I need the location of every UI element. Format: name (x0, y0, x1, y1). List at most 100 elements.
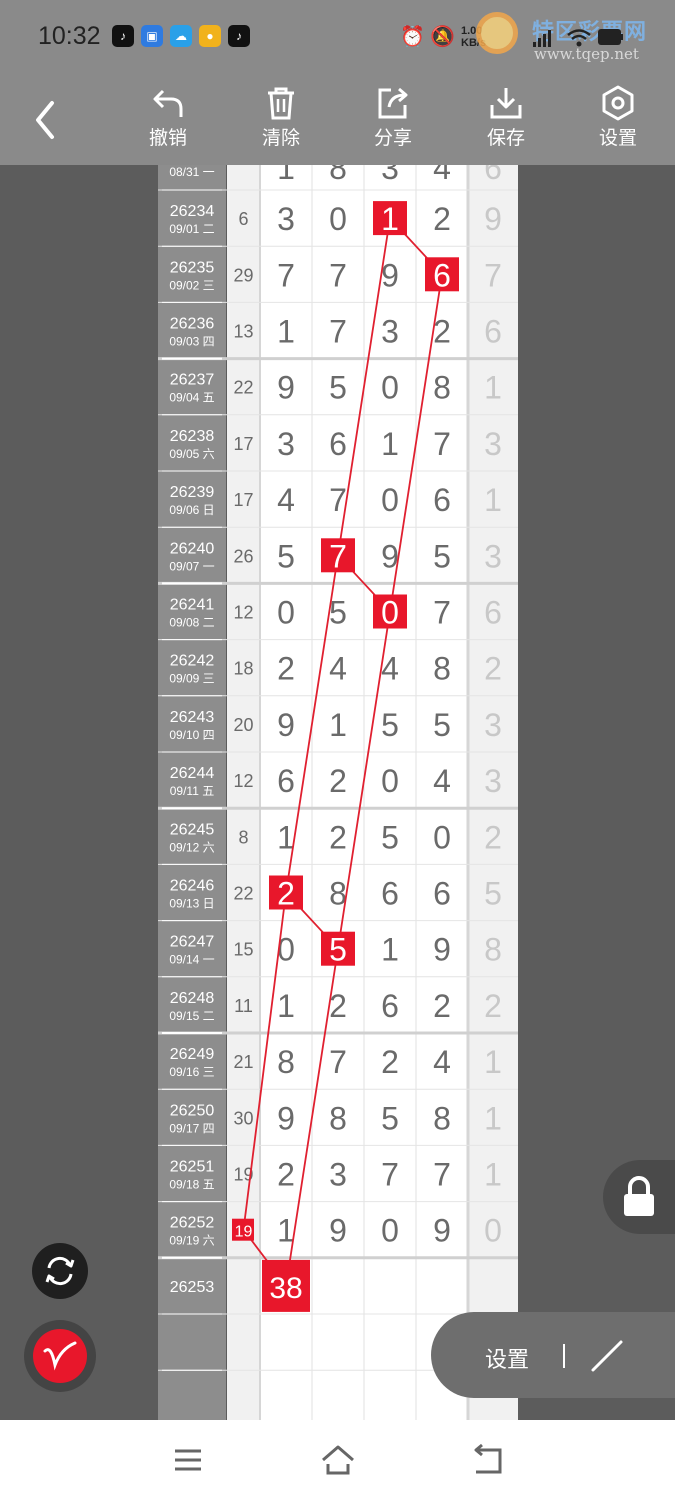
sum-tail-cell: 1 (484, 1044, 502, 1080)
digit-cell: 5 (381, 1100, 399, 1136)
digit-cell: 2 (433, 988, 451, 1024)
digit-cell: 2 (381, 1044, 399, 1080)
span-cell: 13 (233, 322, 253, 342)
digit-cell: 1 (277, 314, 295, 350)
digit-cell: 6 (433, 876, 451, 912)
row-date: 09/04 五 (169, 391, 214, 405)
pen-icon (33, 1329, 87, 1383)
tiktok-icon: ♪ (112, 25, 134, 47)
navigation-bar (0, 1420, 675, 1500)
digit-cell: 9 (329, 1213, 347, 1249)
marked-digit: 1 (381, 201, 399, 237)
span-cell: 30 (233, 1108, 253, 1128)
digit-cell: 9 (433, 1213, 451, 1249)
span-cell: 17 (233, 490, 253, 510)
sum-tail-cell: 3 (484, 538, 502, 574)
sum-tail-cell: 2 (484, 651, 502, 687)
row-issue: 26245 (170, 821, 215, 838)
row-date: 08/31 一 (169, 165, 214, 179)
row-date: 09/05 六 (169, 447, 214, 461)
settings-pill[interactable]: 设置 (431, 1312, 675, 1398)
span-cell: 20 (233, 715, 253, 735)
digit-cell: 7 (329, 314, 347, 350)
digit-cell: 8 (433, 651, 451, 687)
sum-tail-cell: 3 (484, 763, 502, 799)
digit-cell: 6 (381, 876, 399, 912)
digit-cell: 7 (381, 1157, 399, 1193)
digit-cell: 2 (433, 201, 451, 237)
sum-tail-cell: 1 (484, 1100, 502, 1136)
row-issue: 26240 (170, 540, 215, 557)
sum-tail-cell: 6 (484, 165, 502, 186)
digit-cell: 4 (433, 763, 451, 799)
back-arrow-icon[interactable] (28, 95, 64, 145)
digit-cell: 1 (329, 707, 347, 743)
menu-icon[interactable] (172, 1442, 204, 1478)
settings-button[interactable]: 设置 (578, 85, 658, 150)
tiktok-icon: ♪ (228, 25, 250, 47)
lock-button[interactable] (603, 1160, 675, 1234)
digit-cell: 3 (277, 201, 295, 237)
span-cell: 11 (234, 996, 253, 1016)
row-issue: 26250 (170, 1102, 215, 1119)
span-cell: 18 (233, 659, 253, 679)
digit-cell: 0 (381, 482, 399, 518)
back-icon[interactable] (470, 1442, 506, 1478)
sum-tail-cell: 1 (484, 1157, 502, 1193)
rotate-button[interactable] (32, 1243, 88, 1299)
row-date: 09/02 三 (169, 278, 214, 292)
digit-cell: 6 (277, 763, 295, 799)
marked-digit: 5 (329, 932, 347, 968)
digit-cell: 5 (381, 819, 399, 855)
save-button[interactable]: 保存 (466, 85, 546, 150)
row-date: 09/09 三 (169, 672, 214, 686)
row-date: 09/01 二 (169, 222, 214, 236)
main-area: 08/31 一 1 8 3 4 6 26234 09/01 二 6 3 0 2 9 26235 09/02 … (0, 165, 675, 1420)
sum-tail-cell: 5 (484, 876, 502, 912)
row-date: 09/15 二 (169, 1009, 214, 1023)
digit-cell: 3 (277, 426, 295, 462)
span-cell: 12 (233, 603, 253, 623)
digit-cell: 0 (277, 595, 295, 631)
span-cell: 6 (238, 209, 248, 229)
digit-cell: 7 (433, 426, 451, 462)
row-issue: 26242 (170, 653, 215, 670)
save-label: 保存 (486, 128, 525, 149)
digit-cell: 0 (381, 370, 399, 406)
wifi-icon (567, 29, 591, 47)
sum-tail-cell: 7 (484, 257, 502, 293)
pill-settings-label[interactable]: 设置 (485, 1342, 529, 1374)
row-date: 09/06 日 (169, 503, 214, 517)
digit-cell: 1 (277, 988, 295, 1024)
digit-cell: 8 (433, 370, 451, 406)
undo-label: 撤销 (148, 128, 187, 149)
digit-cell: 5 (381, 707, 399, 743)
span-cell: 22 (233, 378, 253, 398)
clear-button[interactable]: 清除 (241, 85, 321, 150)
trend-chart[interactable]: 08/31 一 1 8 3 4 6 26234 09/01 二 6 3 0 2 9 26235 09/02 … (158, 165, 518, 1420)
digit-cell: 4 (277, 482, 295, 518)
undo-button[interactable]: 撤销 (128, 85, 208, 150)
share-button[interactable]: 分享 (353, 85, 433, 150)
digit-cell: 0 (433, 819, 451, 855)
row-issue: 26241 (170, 597, 215, 614)
settings-label: 设置 (598, 128, 637, 149)
row-issue: 26235 (170, 259, 215, 276)
home-icon[interactable] (320, 1442, 356, 1478)
sum-tail-cell: 2 (484, 988, 502, 1024)
share-icon (378, 87, 408, 119)
row-date: 09/13 日 (169, 897, 214, 911)
digit-cell: 8 (329, 1100, 347, 1136)
pill-divider (563, 1344, 565, 1368)
undo-icon (153, 89, 183, 117)
lock-icon (624, 1176, 654, 1216)
trend-table[interactable]: 08/31 一 1 8 3 4 62623409/01 二 6 3 0 2 92623509/02 … (158, 165, 518, 1420)
digit-cell: 9 (277, 370, 295, 406)
digit-cell: 6 (329, 426, 347, 462)
top-toolbar: 撤销 清除 分享 保存 设置 (0, 75, 675, 165)
digit-cell: 2 (277, 1157, 295, 1193)
row-date: 09/18 五 (169, 1178, 214, 1192)
span-cell: 17 (233, 434, 253, 454)
pen-button[interactable] (24, 1320, 96, 1392)
draw-line-icon[interactable] (589, 1338, 625, 1374)
